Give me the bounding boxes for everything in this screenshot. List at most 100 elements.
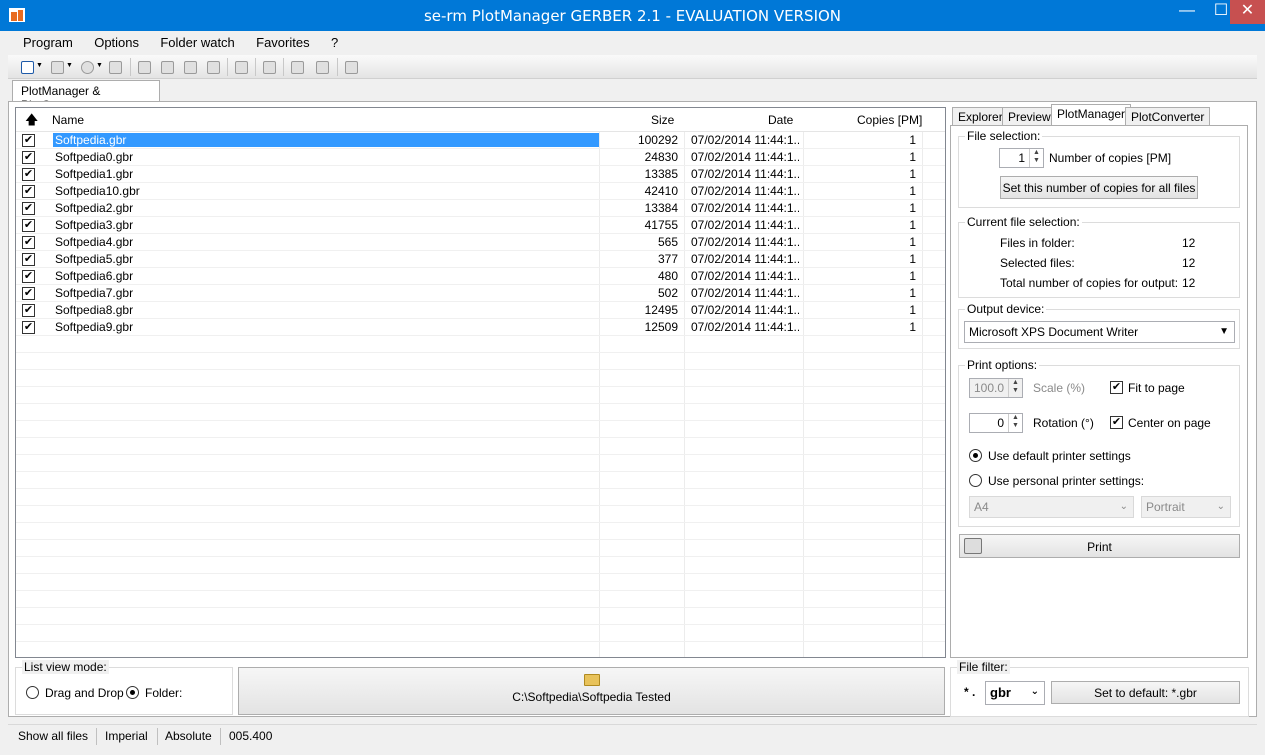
file-copies[interactable]: 1 [804, 269, 916, 283]
table-row[interactable]: ✔ Softpedia1.gbr 13385 07/02/2014 11:44:1..… [16, 166, 945, 183]
row-checkbox[interactable]: ✔ [22, 236, 35, 249]
tab-plotconverter[interactable]: PlotConverter [1125, 107, 1211, 126]
zoom-icon[interactable]: ▼ [78, 58, 103, 76]
row-checkbox[interactable]: ✔ [22, 168, 35, 181]
row-checkbox[interactable]: ✔ [22, 253, 35, 266]
table-row [16, 421, 945, 438]
file-copies[interactable]: 1 [804, 150, 916, 164]
rotate-left-icon[interactable] [288, 58, 306, 76]
center-on-page-checkbox[interactable]: ✔ [1110, 416, 1123, 429]
row-checkbox[interactable]: ✔ [22, 134, 35, 147]
folder-radio[interactable] [126, 686, 139, 699]
file-size: 24830 [644, 150, 678, 164]
table-row[interactable]: ✔ Softpedia0.gbr 24830 07/02/2014 11:44:1..… [16, 149, 945, 166]
table-row[interactable]: ✔ Softpedia2.gbr 13384 07/02/2014 11:44:1..… [16, 200, 945, 217]
output-device-select[interactable]: Microsoft XPS Document Writer ▼ [964, 321, 1235, 343]
tab-explorer[interactable]: Explorer [952, 107, 1009, 126]
default-printer-radio[interactable] [969, 449, 982, 462]
chevron-down-icon: ⌄ [1119, 501, 1128, 512]
file-copies[interactable]: 1 [804, 235, 916, 249]
print-button[interactable]: Print [959, 534, 1240, 558]
table-row[interactable]: ✔ Softpedia4.gbr 565 07/02/2014 11:44:1... 1 [16, 234, 945, 251]
folder-path-button[interactable]: C:\Softpedia\Softpedia Tested [238, 667, 945, 715]
file-copies[interactable]: 1 [804, 252, 916, 266]
set-copies-all-button[interactable]: Set this number of copies for all files [1000, 176, 1198, 199]
personal-printer-radio[interactable] [969, 474, 982, 487]
table-row [16, 404, 945, 421]
fit-to-page-checkbox[interactable]: ✔ [1110, 381, 1123, 394]
table-row[interactable]: ✔ Softpedia9.gbr 12509 07/02/2014 11:44:1..… [16, 319, 945, 336]
column-copies[interactable]: Copies [PM] [857, 113, 922, 127]
set-default-filter-button[interactable]: Set to default: *.gbr [1051, 681, 1240, 704]
file-copies[interactable]: 1 [804, 167, 916, 181]
row-checkbox[interactable]: ✔ [22, 219, 35, 232]
drag-drop-radio[interactable] [26, 686, 39, 699]
menu-favorites[interactable]: Favorites [247, 31, 318, 54]
menu-folder-watch[interactable]: Folder watch [151, 31, 243, 54]
file-filter-select[interactable]: gbr ⌄ [985, 681, 1045, 705]
table-row[interactable]: ✔ Softpedia.gbr 100292 07/02/2014 11:44:1..… [16, 132, 945, 149]
file-list[interactable]: 🡅 Name Size Date Copies [PM] ✔ Softpedia.… [15, 107, 946, 658]
table-row[interactable]: ✔ Softpedia10.gbr 42410 07/02/2014 11:44:1.… [16, 183, 945, 200]
menu-program[interactable]: Program [14, 31, 82, 54]
column-size[interactable]: Size [651, 113, 674, 127]
folder-path: C:\Softpedia\Softpedia Tested [512, 690, 671, 704]
copies-stepper[interactable]: 1 ▲ ▼ [999, 148, 1044, 168]
pan-icon[interactable] [232, 58, 250, 76]
row-checkbox[interactable]: ✔ [22, 185, 35, 198]
table-row[interactable]: ✔ Softpedia7.gbr 502 07/02/2014 11:44:1... 1 [16, 285, 945, 302]
file-name: Softpedia4.gbr [55, 235, 134, 249]
file-copies[interactable]: 1 [804, 184, 916, 198]
row-checkbox[interactable]: ✔ [22, 304, 35, 317]
report-icon[interactable] [342, 58, 360, 76]
status-show-all-files[interactable]: Show all files [18, 729, 88, 743]
zoom-out-icon[interactable] [204, 58, 222, 76]
tab-plotmanager-plotconverter[interactable]: PlotManager & PlotConverter [12, 80, 160, 112]
close-button[interactable]: ✕ [1230, 0, 1265, 24]
print-icon[interactable]: ▼ [48, 58, 73, 76]
file-date: 07/02/2014 11:44:1... [691, 133, 799, 147]
row-checkbox[interactable]: ✔ [22, 270, 35, 283]
edit-icon[interactable] [106, 58, 124, 76]
row-checkbox[interactable]: ✔ [22, 287, 35, 300]
status-coordinates-mode[interactable]: Absolute [165, 729, 212, 743]
row-checkbox[interactable]: ✔ [22, 202, 35, 215]
table-row [16, 608, 945, 625]
row-checkbox[interactable]: ✔ [22, 151, 35, 164]
file-copies[interactable]: 1 [804, 133, 916, 147]
tab-preview[interactable]: Preview [1002, 107, 1057, 126]
file-name: Softpedia1.gbr [55, 167, 134, 181]
frame-icon[interactable] [260, 58, 278, 76]
zoom-in-icon[interactable] [181, 58, 199, 76]
menu-options[interactable]: Options [85, 31, 148, 54]
column-name[interactable]: Name [52, 113, 84, 127]
tab-plotmanager[interactable]: PlotManager [1051, 104, 1132, 126]
column-date[interactable]: Date [768, 113, 793, 127]
page-icon[interactable] [135, 58, 153, 76]
minimize-button[interactable]: — [1170, 0, 1204, 24]
selected-files-value: 12 [1182, 256, 1196, 270]
open-folder-icon[interactable]: ▼ [18, 58, 43, 76]
zoom-fit-icon[interactable] [158, 58, 176, 76]
table-row[interactable]: ✔ Softpedia6.gbr 480 07/02/2014 11:44:1... 1 [16, 268, 945, 285]
row-checkbox[interactable]: ✔ [22, 321, 35, 334]
menu-help[interactable]: ? [322, 31, 347, 54]
file-name: Softpedia8.gbr [55, 303, 134, 317]
file-copies[interactable]: 1 [804, 303, 916, 317]
table-row[interactable]: ✔ Softpedia3.gbr 41755 07/02/2014 11:44:1..… [16, 217, 945, 234]
file-name: Softpedia0.gbr [55, 150, 134, 164]
rotation-stepper[interactable]: 0 ▲ ▼ [969, 413, 1023, 433]
scale-label: Scale (%) [1033, 381, 1086, 395]
copies-label: Number of copies [PM] [1049, 151, 1172, 165]
title-bar: se-rm PlotManager GERBER 2.1 - EVALUATIO… [0, 0, 1265, 31]
rotate-right-icon[interactable] [313, 58, 331, 76]
file-selection-group: File selection: 1 ▲ ▼ Number of copies [PM… [958, 129, 1240, 208]
file-copies[interactable]: 1 [804, 320, 916, 334]
table-row[interactable]: ✔ Softpedia8.gbr 12495 07/02/2014 11:44:1..… [16, 302, 945, 319]
file-copies[interactable]: 1 [804, 218, 916, 232]
status-units[interactable]: Imperial [105, 729, 148, 743]
table-row[interactable]: ✔ Softpedia5.gbr 377 07/02/2014 11:44:1... 1 [16, 251, 945, 268]
file-copies[interactable]: 1 [804, 201, 916, 215]
file-copies[interactable]: 1 [804, 286, 916, 300]
sort-arrow-icon[interactable]: 🡅 [25, 111, 38, 133]
